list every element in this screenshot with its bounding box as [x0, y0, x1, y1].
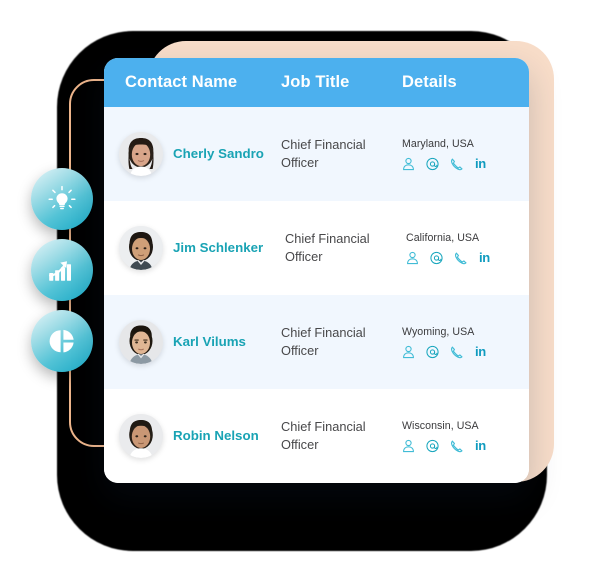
badge-lightbulb[interactable] [31, 168, 93, 230]
detail-actions: in [402, 439, 517, 453]
phone-icon[interactable] [450, 345, 464, 359]
avatar [119, 414, 163, 458]
avatar [119, 226, 163, 270]
phone-icon[interactable] [454, 251, 468, 265]
location-text: Wisconsin, USA [402, 419, 479, 432]
badge-bar-chart[interactable] [31, 239, 93, 301]
cell-details: California, USA in [406, 232, 529, 265]
cell-contact-name: Cherly Sandro [104, 132, 281, 176]
linkedin-icon[interactable]: in [479, 251, 490, 265]
table-row[interactable]: Cherly Sandro Chief Financial Officer Ma… [104, 107, 529, 201]
avatar [119, 320, 163, 364]
lightbulb-icon [47, 184, 77, 214]
table-row[interactable]: Robin Nelson Chief Financial Officer Wis… [104, 389, 529, 483]
linkedin-icon[interactable]: in [475, 345, 486, 359]
email-icon[interactable] [426, 345, 439, 359]
location-text: Wyoming, USA [402, 325, 475, 338]
column-header-job-title: Job Title [281, 73, 350, 91]
linkedin-icon[interactable]: in [475, 157, 486, 171]
bar-chart-growth-icon [46, 255, 78, 285]
cell-job-title: Chief Financial Officer [281, 136, 366, 170]
column-header-details: Details [402, 73, 457, 91]
phone-icon[interactable] [450, 439, 464, 453]
detail-actions: in [402, 157, 517, 171]
cell-contact-name: Robin Nelson [104, 414, 281, 458]
table-header-row: Contact Name Job Title Details [104, 58, 529, 107]
avatar [119, 132, 163, 176]
table-body: Cherly Sandro Chief Financial Officer Ma… [104, 107, 529, 483]
feature-badge-group [31, 168, 99, 378]
detail-actions: in [402, 345, 517, 359]
contact-person-icon[interactable] [402, 345, 415, 359]
contact-name-link[interactable]: Cherly Sandro [173, 146, 264, 162]
cell-details: Wyoming, USA in [402, 326, 529, 359]
email-icon[interactable] [426, 157, 439, 171]
cell-job-title: Chief Financial Officer [281, 418, 366, 452]
cell-contact-name: Karl Vilums [104, 320, 281, 364]
cell-contact-name: Jim Schlenker [104, 226, 281, 270]
table-row[interactable]: Jim Schlenker Chief Financial Officer Ca… [104, 201, 529, 295]
contact-name-link[interactable]: Jim Schlenker [173, 240, 263, 256]
contact-name-link[interactable]: Karl Vilums [173, 334, 246, 350]
cell-job-title: Chief Financial Officer [281, 324, 366, 358]
phone-icon[interactable] [450, 157, 464, 171]
location-text: California, USA [406, 231, 480, 244]
contact-person-icon[interactable] [402, 157, 415, 171]
email-icon[interactable] [426, 439, 439, 453]
cell-details: Maryland, USA in [402, 138, 529, 171]
email-icon[interactable] [430, 251, 443, 265]
column-header-contact-name: Contact Name [125, 73, 238, 91]
linkedin-icon[interactable]: in [475, 439, 486, 453]
badge-pie-chart[interactable] [31, 310, 93, 372]
contact-name-link[interactable]: Robin Nelson [173, 428, 259, 444]
linkedin-label: in [475, 156, 486, 171]
contact-person-icon[interactable] [406, 251, 419, 265]
table-row[interactable]: Karl Vilums Chief Financial Officer Wyom… [104, 295, 529, 389]
location-text: Maryland, USA [402, 137, 474, 150]
detail-actions: in [406, 251, 517, 265]
contact-list-card: Contact Name Job Title Details Cherly Sa… [104, 58, 529, 483]
contact-person-icon[interactable] [402, 439, 415, 453]
cell-job-title: Chief Financial Officer [285, 230, 370, 264]
linkedin-label: in [479, 250, 490, 265]
cell-details: Wisconsin, USA in [402, 420, 529, 453]
pie-chart-icon [47, 326, 77, 356]
linkedin-label: in [475, 438, 486, 453]
linkedin-label: in [475, 344, 486, 359]
illustration-stage: Contact Name Job Title Details Cherly Sa… [0, 0, 598, 586]
